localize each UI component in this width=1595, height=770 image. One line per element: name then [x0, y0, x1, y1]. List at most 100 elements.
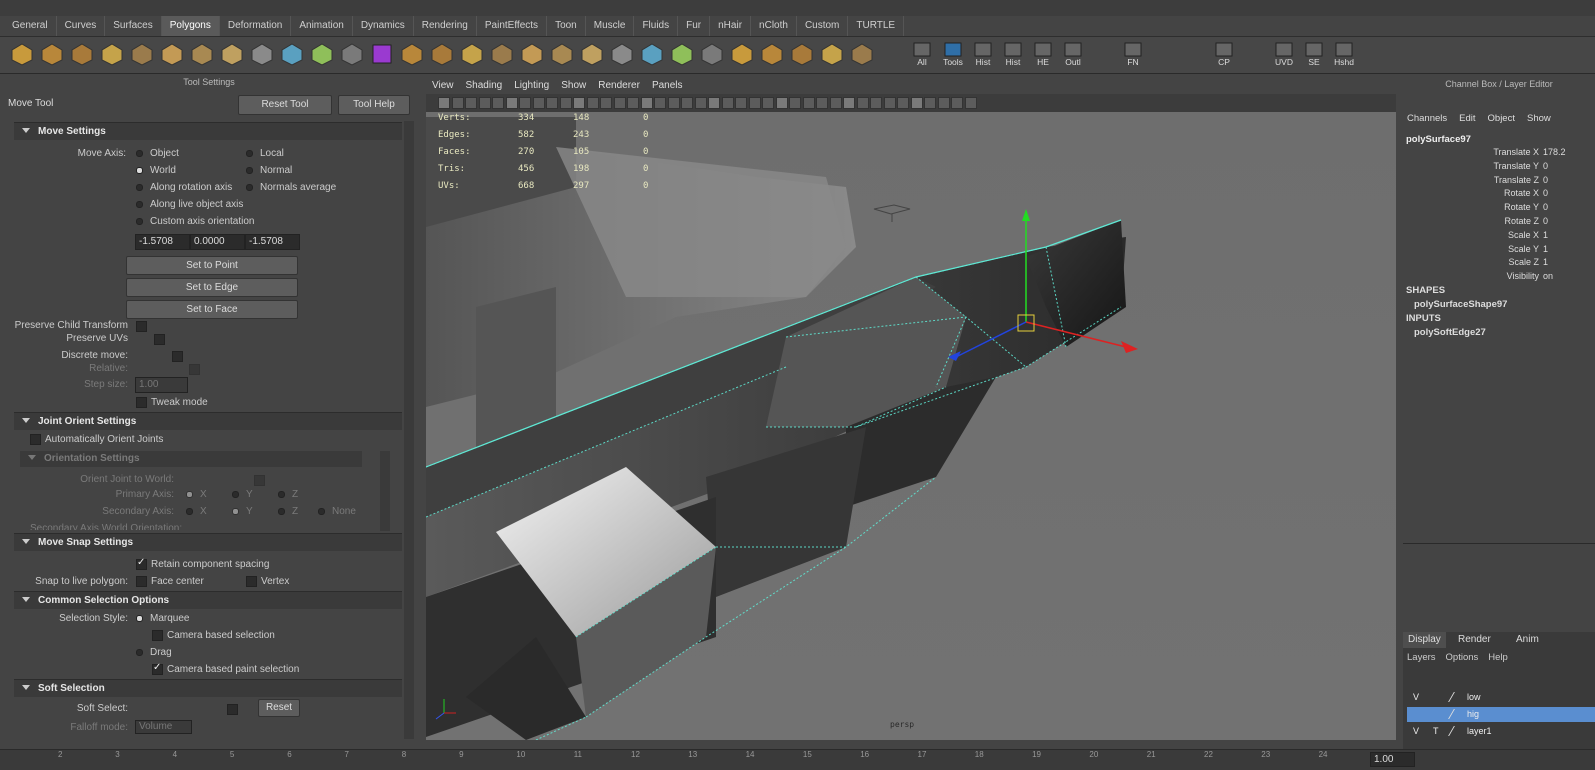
radio-along-rotation-axis[interactable]: Along rotation axis: [136, 182, 232, 193]
shelf-poly-tool-icon[interactable]: [430, 42, 454, 66]
channel-row[interactable]: Scale Y1: [1403, 244, 1595, 257]
viewport-tool-icon[interactable]: [640, 97, 653, 109]
shelf-tab-ncloth[interactable]: nCloth: [751, 16, 797, 36]
channel-row[interactable]: Translate X 178.2: [1403, 147, 1595, 160]
camera-paint-selection-checkbox[interactable]: Camera based paint selection: [152, 662, 299, 675]
viewport-tool-icon[interactable]: [843, 97, 855, 109]
face-center-checkbox[interactable]: Face center: [136, 576, 204, 587]
viewport-tool-icon[interactable]: [532, 97, 545, 109]
shelf-poly-tool-icon[interactable]: [130, 42, 154, 66]
orientation-scrollbar[interactable]: [380, 451, 390, 531]
viewport-tool-icon[interactable]: [559, 97, 572, 109]
retain-spacing-checkbox[interactable]: Retain component spacing: [136, 557, 269, 570]
layer-tab-render[interactable]: Render: [1453, 632, 1496, 648]
shelf-poly-tool-icon[interactable]: [370, 42, 394, 66]
move-snap-header[interactable]: Move Snap Settings: [14, 533, 402, 551]
move-settings-header[interactable]: Move Settings: [14, 122, 402, 140]
viewport-tool-icon[interactable]: [883, 97, 896, 109]
layer-tab-display[interactable]: Display: [1403, 632, 1446, 648]
radio-normal[interactable]: Normal: [246, 165, 292, 176]
shelf-poly-tool-icon[interactable]: [340, 42, 364, 66]
viewport-tool-icon[interactable]: [681, 97, 693, 109]
viewport-tool-icon[interactable]: [829, 97, 842, 109]
viewport-tool-icon[interactable]: [964, 97, 977, 109]
reset-tool-button[interactable]: Reset Tool: [238, 95, 332, 115]
shelf-tab-fluids[interactable]: Fluids: [634, 16, 679, 36]
radio-drag[interactable]: Drag: [136, 647, 172, 658]
preserve-uvs-checkbox[interactable]: [153, 334, 165, 345]
viewport-tool-icon[interactable]: [505, 97, 518, 109]
viewport-menu-view[interactable]: View: [426, 77, 460, 94]
custom-axis-z-field[interactable]: -1.5708: [245, 234, 300, 250]
soft-select-checkbox[interactable]: [226, 704, 238, 715]
viewport-tool-icon[interactable]: [856, 97, 869, 109]
shelf-hshd-button[interactable]: Hshd: [1332, 42, 1356, 67]
viewport-tool-icon[interactable]: [667, 97, 680, 109]
preserve-child-checkbox[interactable]: [136, 321, 147, 332]
shelf-hist-button[interactable]: Hist: [971, 42, 995, 67]
input-name[interactable]: polySoftEdge27: [1414, 327, 1486, 338]
current-time-field[interactable]: 1.00: [1370, 752, 1415, 767]
soft-reset-button[interactable]: Reset: [258, 699, 300, 717]
custom-axis-y-field[interactable]: 0.0000: [190, 234, 245, 250]
set-to-edge-button[interactable]: Set to Edge: [126, 278, 298, 297]
viewport-tool-icon[interactable]: [586, 97, 599, 109]
viewport-menu-lighting[interactable]: Lighting: [508, 77, 555, 94]
shelf-tab-curves[interactable]: Curves: [57, 16, 106, 36]
radio-along-live-object-axis[interactable]: Along live object axis: [136, 199, 243, 210]
tool-settings-scrollbar[interactable]: [404, 121, 414, 739]
viewport-tool-icon[interactable]: [613, 97, 626, 109]
viewport-tool-icon[interactable]: [937, 97, 950, 109]
shelf-poly-tool-icon[interactable]: [760, 42, 784, 66]
viewport-menu-shading[interactable]: Shading: [460, 77, 509, 94]
viewport-tool-icon[interactable]: [654, 97, 666, 109]
shelf-poly-tool-icon[interactable]: [550, 42, 574, 66]
channel-row[interactable]: Rotate Y0: [1403, 202, 1595, 215]
shape-name[interactable]: polySurfaceShape97: [1414, 299, 1507, 310]
layer-menu-layers[interactable]: Layers: [1407, 652, 1436, 663]
shelf-tab-nhair[interactable]: nHair: [710, 16, 752, 36]
viewport-tool-icon[interactable]: [897, 97, 909, 109]
channel-menu-channels[interactable]: Channels: [1407, 113, 1447, 127]
layer-row[interactable]: Vlow: [1407, 690, 1595, 705]
auto-orient-joints-checkbox[interactable]: Automatically Orient Joints: [30, 434, 163, 445]
shelf-poly-tool-icon[interactable]: [100, 42, 124, 66]
shelf-tools-button[interactable]: Tools: [941, 42, 965, 67]
viewport-tool-icon[interactable]: [816, 97, 828, 109]
viewport-tool-icon[interactable]: [708, 97, 720, 109]
layer-visibility-toggle[interactable]: V: [1413, 724, 1419, 739]
shelf-tab-turtle[interactable]: TURTLE: [848, 16, 905, 36]
viewport-tool-icon[interactable]: [951, 97, 963, 109]
viewport-tool-icon[interactable]: [627, 97, 639, 109]
shelf-poly-tool-icon[interactable]: [400, 42, 424, 66]
viewport-tool-icon[interactable]: [451, 97, 464, 109]
viewport-persp[interactable]: Verts: 334 148 0 Edges: 582 243 0 Faces: 270 105 0 T…: [426, 77, 1396, 740]
shelf-poly-tool-icon[interactable]: [520, 42, 544, 66]
object-name[interactable]: polySurface97: [1406, 134, 1471, 145]
channel-row[interactable]: Visibility on: [1403, 271, 1595, 284]
channel-row[interactable]: Scale Z1: [1403, 257, 1595, 270]
radio-custom-axis-orientation[interactable]: Custom axis orientation: [136, 216, 255, 227]
custom-axis-x-field[interactable]: -1.5708: [135, 234, 190, 250]
viewport-tool-icon[interactable]: [735, 97, 747, 109]
shelf-tab-fur[interactable]: Fur: [678, 16, 711, 36]
viewport-tool-icon[interactable]: [546, 97, 558, 109]
viewport-tool-icon[interactable]: [762, 97, 774, 109]
channel-row[interactable]: Scale X1: [1403, 230, 1595, 243]
shelf-tab-muscle[interactable]: Muscle: [586, 16, 635, 36]
shelf-poly-tool-icon[interactable]: [250, 42, 274, 66]
tweak-mode-checkbox[interactable]: Tweak mode: [136, 397, 208, 408]
channel-row[interactable]: Rotate X0: [1403, 188, 1595, 201]
shelf-tab-painteffects[interactable]: PaintEffects: [477, 16, 548, 36]
shelf-cp-button[interactable]: CP: [1212, 42, 1236, 67]
layer-menu-options[interactable]: Options: [1446, 652, 1479, 663]
shelf-poly-tool-icon[interactable]: [280, 42, 304, 66]
shelf-poly-tool-icon[interactable]: [850, 42, 874, 66]
viewport-tool-icon[interactable]: [519, 97, 531, 109]
shelf-poly-tool-icon[interactable]: [610, 42, 634, 66]
viewport-tool-icon[interactable]: [492, 97, 504, 109]
shelf-uvd-button[interactable]: UVD: [1272, 42, 1296, 67]
viewport-menu-panels[interactable]: Panels: [646, 77, 689, 94]
layer-row[interactable]: V Tlayer1: [1407, 724, 1595, 739]
viewport-menu-show[interactable]: Show: [555, 77, 592, 94]
